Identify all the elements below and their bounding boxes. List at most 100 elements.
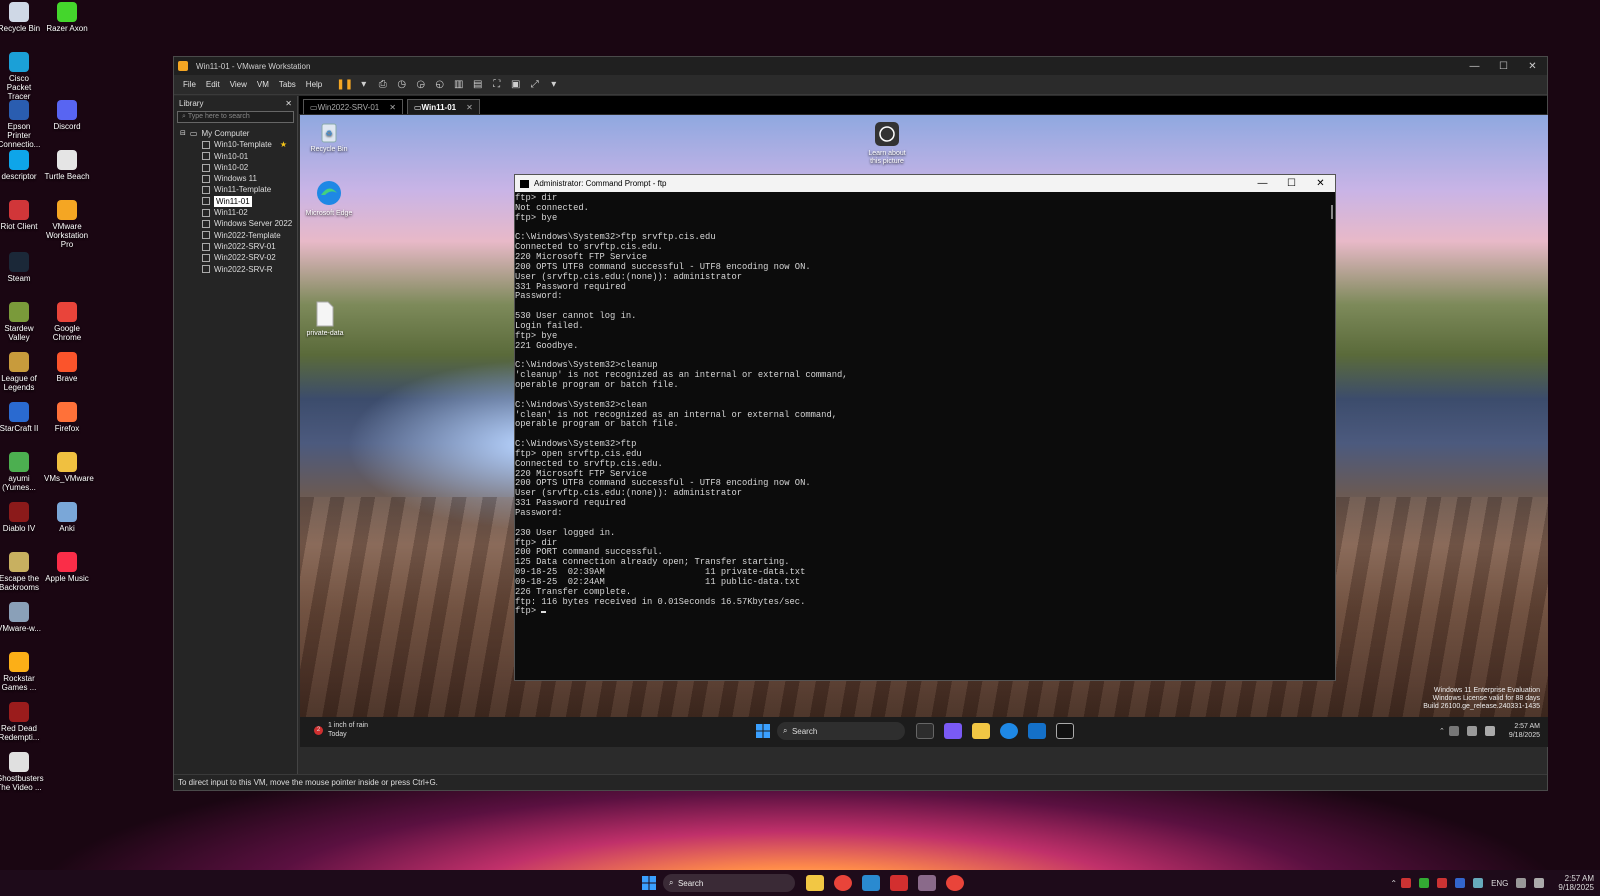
chrome-profile-icon[interactable] [946, 875, 964, 891]
store-icon[interactable] [1028, 723, 1046, 739]
onedrive-icon[interactable] [1448, 726, 1459, 736]
desktop-shortcut[interactable]: Rockstar Games ... [0, 652, 42, 692]
desktop-shortcut[interactable]: Firefox [44, 402, 90, 433]
menu-edit[interactable]: Edit [201, 80, 225, 89]
menu-view[interactable]: View [225, 80, 252, 89]
desktop-shortcut[interactable]: Escape the Backrooms [0, 552, 42, 592]
command-prompt-window[interactable]: Administrator: Command Prompt - ftp — ☐ … [514, 174, 1336, 681]
cmd-titlebar[interactable]: Administrator: Command Prompt - ftp — ☐ … [515, 175, 1335, 192]
send-ctrl-alt-del-icon[interactable]: ⎙ [373, 79, 392, 90]
stretch-guest-icon[interactable]: ⤢ [525, 79, 544, 90]
full-screen-icon[interactable]: ⛶ [487, 79, 506, 90]
desktop-shortcut[interactable]: Diablo IV [0, 502, 42, 533]
guest-clock[interactable]: 2:57 AM 9/18/2025 [1509, 722, 1540, 740]
network-icon[interactable] [1516, 878, 1527, 888]
desktop-shortcut[interactable]: Ghostbusters The Video ... [0, 752, 44, 792]
copilot-icon[interactable] [944, 723, 962, 739]
library-vm-item[interactable]: Win10-01 [180, 151, 297, 162]
volume-icon[interactable] [1484, 726, 1495, 736]
library-vm-item[interactable]: Win2022-SRV-01 [180, 241, 297, 252]
chevron-up-icon[interactable]: ⌃ [1439, 727, 1445, 735]
desktop-shortcut[interactable]: Turtle Beach [44, 150, 90, 181]
close-button[interactable]: ✕ [1518, 61, 1547, 72]
library-vm-item[interactable]: Windows 11 [180, 173, 297, 184]
file-explorer-icon[interactable] [806, 875, 824, 891]
chevron-down-icon[interactable]: ▾ [544, 79, 563, 90]
file-explorer-icon[interactable] [972, 723, 990, 739]
menu-vm[interactable]: VM [252, 80, 274, 89]
tree-root[interactable]: ⊟ ▭ My Computer [180, 128, 297, 139]
desktop-shortcut[interactable]: StarCraft II [0, 402, 42, 433]
guest-search-box[interactable]: ⌕ Search [777, 722, 905, 740]
guest-edge[interactable]: Microsoft Edge [304, 179, 354, 218]
desktop-shortcut[interactable]: Google Chrome [44, 302, 90, 342]
close-tab-icon[interactable]: ✕ [466, 103, 473, 112]
vmware-titlebar[interactable]: Win11-01 - VMware Workstation — ☐ ✕ [174, 57, 1547, 75]
desktop-shortcut[interactable]: descriptor [0, 150, 42, 181]
cmd-close-button[interactable]: ✕ [1306, 178, 1335, 189]
guest-recycle-bin[interactable]: ♻ Recycle Bin [304, 121, 354, 154]
desktop-shortcut[interactable]: Red Dead Redempti... [0, 702, 42, 742]
library-search-input[interactable]: ⌕ Type here to search [177, 111, 294, 123]
thumbnail-bar-icon[interactable]: ▤ [468, 79, 487, 90]
windows-start-icon[interactable] [641, 875, 657, 891]
vm-tab[interactable]: ▭ Win11-01 ✕ [406, 99, 480, 114]
desktop-shortcut[interactable]: Anki [44, 502, 90, 533]
host-clock[interactable]: 2:57 AM 9/18/2025 [1558, 874, 1594, 892]
pause-icon[interactable]: ❚❚ [335, 79, 354, 90]
desktop-shortcut[interactable]: League of Legends [0, 352, 42, 392]
volume-icon[interactable] [1534, 878, 1545, 888]
desktop-shortcut[interactable]: VMs_VMware [44, 452, 94, 483]
menu-help[interactable]: Help [301, 80, 327, 89]
desktop-shortcut[interactable]: Cisco Packet Tracer [0, 52, 42, 101]
bluetooth-icon[interactable] [1455, 878, 1466, 888]
desktop-shortcut[interactable]: Discord [44, 100, 90, 131]
guest-private-data-file[interactable]: private-data [300, 301, 350, 338]
library-vm-item[interactable]: Windows Server 2022 [180, 218, 297, 229]
snapshot-manager-icon[interactable]: ◵ [430, 79, 449, 90]
task-view-icon[interactable] [916, 723, 934, 739]
library-vm-item[interactable]: Win11-01 [180, 195, 297, 208]
language-indicator[interactable]: ENG [1491, 879, 1508, 888]
nvidia-icon[interactable] [1419, 878, 1430, 888]
acrobat-icon[interactable] [890, 875, 908, 891]
maximize-button[interactable]: ☐ [1489, 61, 1518, 72]
minimize-button[interactable]: — [1460, 61, 1489, 72]
chrome-icon[interactable] [834, 875, 852, 891]
tray-app-icon[interactable] [1401, 878, 1412, 888]
guest-learn-picture[interactable]: Learn about this picture [862, 121, 912, 166]
tray-app-icon[interactable] [1437, 878, 1448, 888]
tray-app-icon[interactable] [1473, 878, 1484, 888]
cmd-output[interactable]: ftp> dir Not connected. ftp> bye C:\Windows… [515, 192, 1335, 680]
close-tab-icon[interactable]: ✕ [389, 103, 396, 112]
desktop-shortcut[interactable]: Epson Printer Connectio... [0, 100, 42, 149]
desktop-shortcut[interactable]: VMware-w... [0, 602, 42, 633]
menu-file[interactable]: File [178, 80, 201, 89]
cmd-prompt-line[interactable]: ftp> [515, 607, 1335, 617]
library-vm-item[interactable]: Win11-Template [180, 184, 297, 195]
library-vm-item[interactable]: Win10-02 [180, 162, 297, 173]
desktop-shortcut[interactable]: Razer Axon [44, 2, 90, 33]
library-vm-item[interactable]: Win2022-SRV-R [180, 264, 297, 275]
desktop-shortcut[interactable]: Stardew Valley [0, 302, 42, 342]
desktop-shortcut[interactable]: Recycle Bin [0, 2, 42, 33]
desktop-shortcut[interactable]: ayumi (Yumes... [0, 452, 42, 492]
vm-tab[interactable]: ▭ Win2022-SRV-01 ✕ [303, 99, 403, 114]
cmd-minimize-button[interactable]: — [1248, 178, 1277, 189]
console-view-icon[interactable]: ▣ [506, 79, 525, 90]
library-vm-item[interactable]: Win11-02 [180, 207, 297, 218]
network-icon[interactable] [1466, 726, 1477, 736]
collapse-icon[interactable]: ⊟ [180, 128, 186, 139]
desktop-shortcut[interactable]: Apple Music [44, 552, 90, 583]
terminal-taskbar-icon[interactable] [1056, 723, 1074, 739]
chevron-down-icon[interactable]: ▾ [354, 79, 373, 90]
windows-start-icon[interactable] [755, 723, 771, 739]
library-vm-item[interactable]: Win10-Template ★ [180, 139, 297, 150]
show-library-icon[interactable]: ▥ [449, 79, 468, 90]
guest-desktop[interactable]: ♻ Recycle Bin Learn about this picture M… [300, 115, 1548, 747]
revert-snapshot-icon[interactable]: ◶ [411, 79, 430, 90]
desktop-shortcut[interactable]: Steam [0, 252, 42, 283]
edge-taskbar-icon[interactable] [1000, 723, 1018, 739]
chevron-up-icon[interactable]: ⌃ [1390, 879, 1397, 888]
cmd-scrollbar[interactable] [1331, 205, 1333, 219]
